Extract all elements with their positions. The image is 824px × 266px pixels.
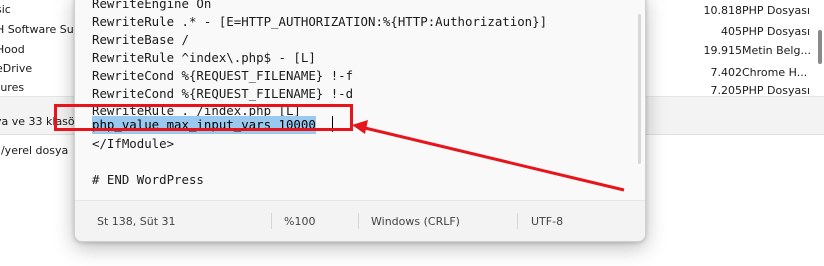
- annotation-highlight-box: [54, 104, 353, 131]
- nav-item-onedrive[interactable]: eDrive: [0, 59, 74, 79]
- file-size: 7.205: [710, 84, 743, 96]
- file-row[interactable]: 10.818 PHP Dosyası: [640, 0, 824, 22]
- text-editor[interactable]: RewriteEngine On RewriteRule .* - [E=HTT…: [75, 0, 645, 194]
- file-type: Chrome H...: [742, 66, 808, 79]
- file-size: 19.915: [703, 44, 743, 57]
- notepad-status-bar: St 138, Süt 31 %100 Windows (CRLF) UTF-8: [75, 200, 645, 241]
- code-line: RewriteCond %{REQUEST_FILENAME} !-d: [92, 86, 354, 101]
- file-size: 405: [721, 25, 742, 38]
- navigation-pane: sic H Software Su Hood eDrive tures: [0, 0, 74, 100]
- file-type: PHP Dosyası: [742, 25, 811, 38]
- file-list-scrollbar[interactable]: [818, 30, 822, 64]
- nav-item-hood[interactable]: Hood: [0, 40, 74, 60]
- line-ending[interactable]: Windows (CRLF): [371, 215, 460, 228]
- file-type: Metin Belg...: [742, 44, 811, 57]
- file-size: 7.402: [710, 66, 743, 79]
- encoding[interactable]: UTF-8: [531, 215, 563, 228]
- code-line: RewriteCond %{REQUEST_FILENAME} !-f: [92, 68, 354, 83]
- code-line: # END WordPress: [92, 172, 204, 187]
- editor-scrollbar[interactable]: [638, 14, 641, 164]
- zoom-level[interactable]: %100: [284, 215, 315, 228]
- cursor-position: St 138, Süt 31: [97, 215, 176, 228]
- code-line: RewriteRule ^index\.php$ - [L]: [92, 50, 316, 65]
- file-list: 10.818 PHP Dosyası 405 PHP Dosyası 19.91…: [640, 0, 824, 96]
- file-row[interactable]: 19.915 Metin Belg...: [640, 40, 824, 62]
- status-divider: [517, 213, 518, 229]
- code-line: RewriteBase /: [92, 32, 189, 47]
- file-type: PHP Dosyası: [742, 4, 811, 17]
- nav-item-pictures[interactable]: tures: [0, 78, 74, 98]
- file-type: PHP Dosyası: [742, 84, 811, 96]
- file-size: 10.818: [703, 4, 743, 17]
- status-divider: [271, 213, 272, 229]
- code-line: RewriteRule .* - [E=HTTP_AUTHORIZATION:%…: [92, 14, 548, 29]
- nav-item-music[interactable]: sic: [0, 0, 74, 20]
- file-row[interactable]: 7.205 PHP Dosyası: [640, 80, 824, 96]
- code-line: RewriteEngine On: [92, 0, 212, 11]
- nav-item-software[interactable]: H Software Su: [0, 20, 74, 40]
- status-divider: [358, 213, 359, 229]
- code-line: </IfModule>: [92, 136, 175, 151]
- address-text: u/yerel dosya: [0, 144, 69, 157]
